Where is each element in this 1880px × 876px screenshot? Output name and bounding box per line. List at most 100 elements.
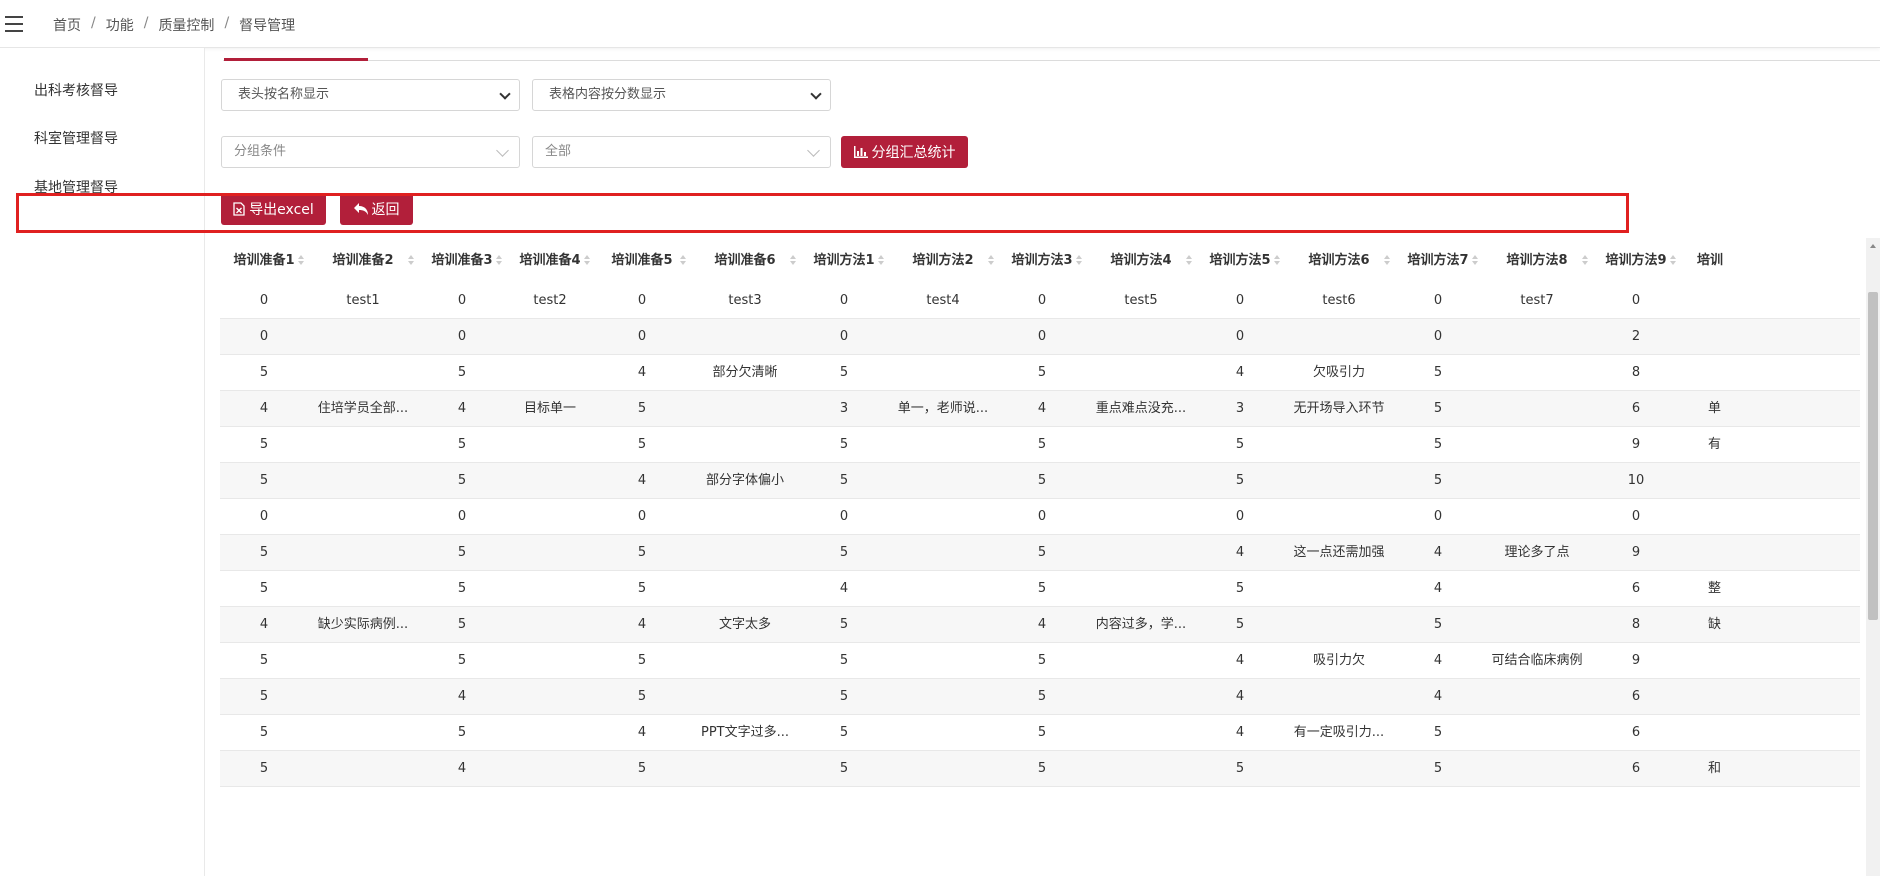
- sort-up-icon: [1384, 255, 1390, 259]
- column-header[interactable]: 培训方法6: [1284, 238, 1394, 283]
- vertical-scrollbar[interactable]: [1866, 238, 1880, 876]
- table-cell: 6: [1631, 581, 1641, 596]
- group-value-select[interactable]: 全部: [532, 136, 831, 168]
- sort-up-icon: [1582, 255, 1588, 259]
- table-cell: 5: [1037, 473, 1047, 488]
- column-header-label: 培训方法1: [813, 253, 875, 268]
- column-header[interactable]: 培训方法4: [1086, 238, 1196, 283]
- table-cell: [1680, 319, 1740, 355]
- table-cell: [888, 535, 998, 571]
- table-cell: [308, 355, 418, 391]
- table-cell: test2: [533, 293, 567, 308]
- column-header[interactable]: 培训: [1680, 238, 1740, 283]
- group-stats-button[interactable]: 分组汇总统计: [841, 136, 968, 168]
- table-row[interactable]: 5 5 5 5 5 4 吸引力欠 4 可结合临床病例 9: [220, 643, 1860, 679]
- table-cell: [1284, 607, 1394, 643]
- group-condition-select[interactable]: 分组条件: [221, 136, 520, 168]
- table-cell: 4: [259, 617, 269, 632]
- table-cell: 5: [1235, 437, 1245, 452]
- table-cell: 0: [1037, 293, 1047, 308]
- column-header[interactable]: 培训方法3: [998, 238, 1086, 283]
- table-cell: [308, 751, 418, 787]
- table-cell: [308, 319, 418, 355]
- column-header[interactable]: 培训方法2: [888, 238, 998, 283]
- table-cell: 可结合临床病例: [1491, 653, 1583, 668]
- breadcrumb-quality-control[interactable]: 质量控制: [158, 15, 214, 35]
- table-row[interactable]: 4 缺少实际病例... 5 4 文字太多 5 4 内容过多，学... 5 5 8 缺: [220, 607, 1860, 643]
- table-cell: 4: [637, 365, 647, 380]
- table-cell: 8: [1631, 617, 1641, 632]
- table-cell: 吸引力欠: [1312, 653, 1365, 668]
- column-header[interactable]: 培训准备4: [506, 238, 594, 283]
- table-cell: 5: [259, 653, 269, 668]
- table-cell: 5: [1433, 437, 1443, 452]
- table-cell: test1: [346, 293, 380, 308]
- table-row[interactable]: 5 5 5 5 5 4 这一点还需加强 4 理论多了点 9: [220, 535, 1860, 571]
- table-cell: 5: [637, 437, 647, 452]
- column-header[interactable]: 培训方法1: [800, 238, 888, 283]
- chevron-down-icon: [499, 88, 511, 100]
- table-row[interactable]: 5 4 5 5 5 5 5 6 和: [220, 751, 1860, 787]
- column-header[interactable]: 培训方法9: [1592, 238, 1680, 283]
- breadcrumb-home[interactable]: 首页: [53, 15, 81, 35]
- table-cell: [1680, 643, 1740, 679]
- table-row[interactable]: 5 5 4 部分欠清晰 5 5 4 欠吸引力 5 8: [220, 355, 1860, 391]
- sort-up-icon: [680, 255, 686, 259]
- column-header-label: 培训准备1: [233, 253, 295, 268]
- table-cell: 5: [1433, 473, 1443, 488]
- column-header[interactable]: 培训准备6: [690, 238, 800, 283]
- table-cell: 5: [1037, 653, 1047, 668]
- table-row[interactable]: 0 test1 0 test2 0 test3 0 test4 0 test5 0 test6 0 tes…: [220, 283, 1860, 319]
- table-row[interactable]: 0 0 0 0 0 0 0 2: [220, 319, 1860, 355]
- sort-down-icon: [680, 261, 686, 265]
- menu-icon[interactable]: [5, 16, 23, 32]
- table-cell: 5: [457, 437, 467, 452]
- table-cell: [506, 427, 594, 463]
- table-cell: 单: [1708, 401, 1722, 416]
- column-header[interactable]: 培训准备2: [308, 238, 418, 283]
- table-cell: test5: [1124, 293, 1158, 308]
- column-header-label: 培训方法4: [1110, 253, 1172, 268]
- table-row[interactable]: 5 5 4 PPT文字过多... 5 5 4 有一定吸引力... 5 6: [220, 715, 1860, 751]
- column-header[interactable]: 培训方法7: [1394, 238, 1482, 283]
- table-row[interactable]: 5 4 5 5 5 4 4 6: [220, 679, 1860, 715]
- table-row[interactable]: 5 5 5 5 5 5 5 9 有: [220, 427, 1860, 463]
- table-cell: 0: [839, 293, 849, 308]
- table-cell: [690, 499, 800, 535]
- table-cell: 4: [1433, 653, 1443, 668]
- column-header[interactable]: 培训准备1: [220, 238, 308, 283]
- breadcrumb-function[interactable]: 功能: [106, 15, 134, 35]
- column-header[interactable]: 培训准备3: [418, 238, 506, 283]
- column-header[interactable]: 培训方法8: [1482, 238, 1592, 283]
- scrollbar-thumb[interactable]: [1868, 292, 1878, 620]
- sidebar-item-exit-exam[interactable]: 出科考核督导: [34, 80, 118, 100]
- table-row[interactable]: 5 5 4 部分字体偏小 5 5 5 5 10: [220, 463, 1860, 499]
- sort-up-icon: [1670, 255, 1676, 259]
- sidebar-item-dept-management[interactable]: 科室管理督导: [34, 128, 118, 148]
- table-cell: 8: [1631, 365, 1641, 380]
- table-row[interactable]: 5 5 5 4 5 5 4 6 整: [220, 571, 1860, 607]
- header-display-select[interactable]: 表头按名称显示: [221, 79, 520, 111]
- sort-up-icon: [1274, 255, 1280, 259]
- scroll-up-icon[interactable]: [1870, 244, 1876, 248]
- table-cell: 5: [637, 689, 647, 704]
- table-cell: 5: [1235, 473, 1245, 488]
- table-cell: [1086, 715, 1196, 751]
- sort-down-icon: [878, 261, 884, 265]
- group-value: 全部: [545, 144, 572, 159]
- table-cell: [1086, 751, 1196, 787]
- table-cell: [1680, 679, 1740, 715]
- sort-down-icon: [988, 261, 994, 265]
- breadcrumb: 首页 / 功能 / 质量控制 / 督导管理: [53, 15, 295, 35]
- table-cell: [690, 535, 800, 571]
- column-header[interactable]: 培训准备5: [594, 238, 690, 283]
- table-cell: 9: [1631, 653, 1641, 668]
- table-cell: 4: [1433, 545, 1443, 560]
- table-cell: 住培学员全部...: [317, 401, 409, 416]
- table-row[interactable]: 0 0 0 0 0 0 0 0: [220, 499, 1860, 535]
- column-header-label: 培训: [1696, 253, 1723, 268]
- table-cell: [506, 607, 594, 643]
- column-header[interactable]: 培训方法5: [1196, 238, 1284, 283]
- table-row[interactable]: 4 住培学员全部... 4 目标单一 5 3 单一，老师说... 4 重点难点没充... 3 无开场…: [220, 391, 1860, 427]
- content-display-select[interactable]: 表格内容按分数显示: [532, 79, 831, 111]
